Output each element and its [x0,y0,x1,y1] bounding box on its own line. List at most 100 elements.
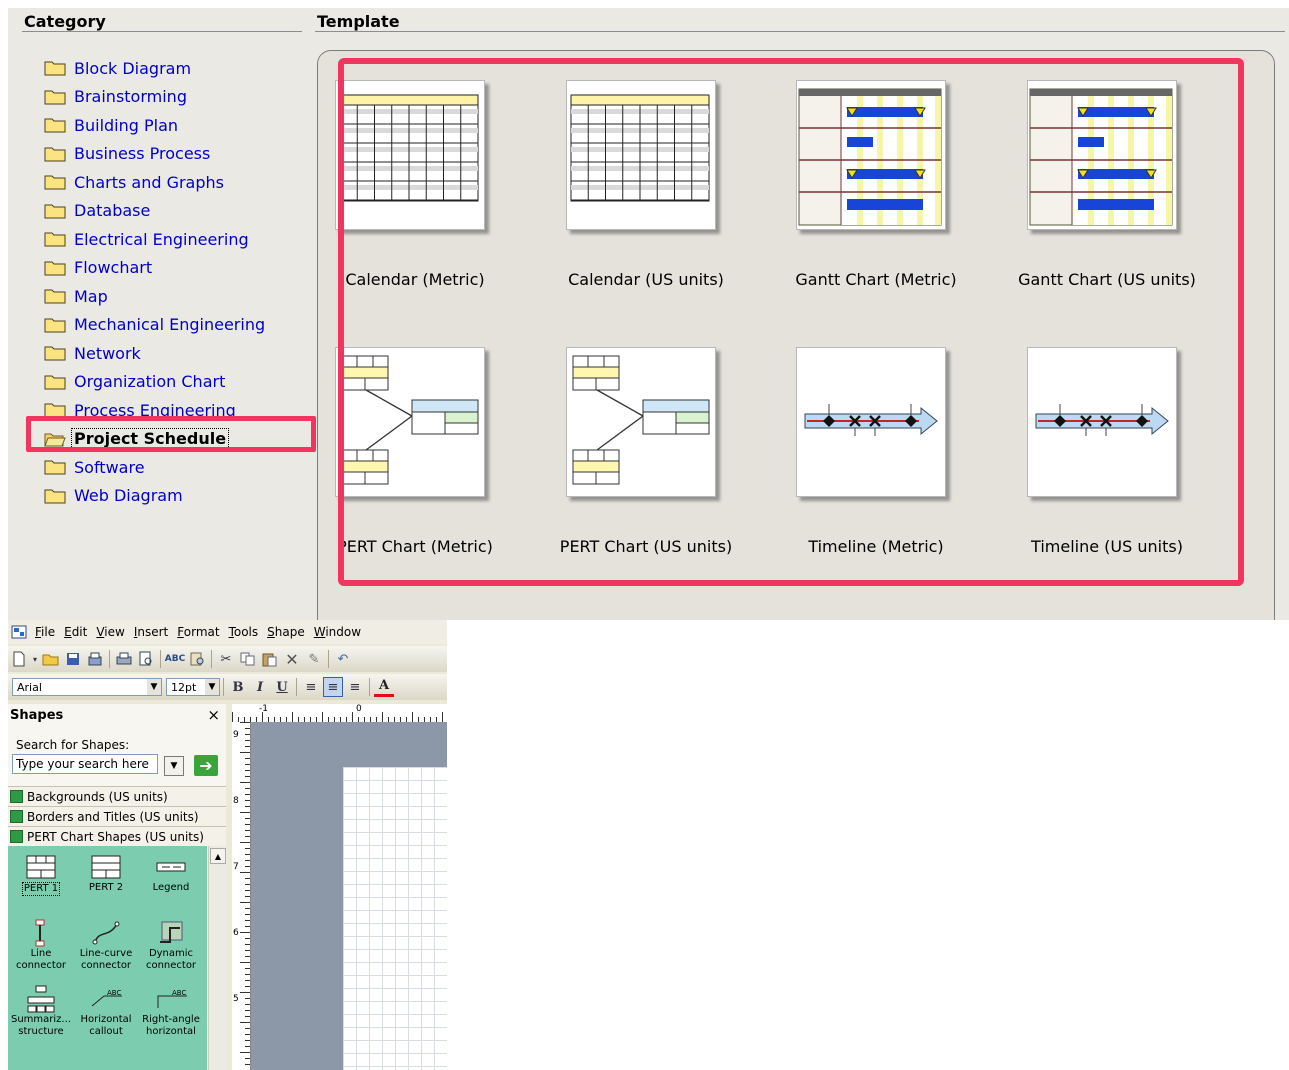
stencil-shape[interactable]: Line-curve connector [74,918,138,972]
toolbar-separator [223,678,224,696]
shapes-title: Shapes [10,707,64,723]
stencil-shape[interactable]: Dynamic connector [139,918,203,972]
font-size-select[interactable]: 12pt ▼ [166,678,220,696]
permission-icon[interactable] [85,649,105,669]
search-input[interactable]: Type your search here [12,754,158,774]
paste-icon[interactable] [260,649,280,669]
ruler-tick [245,1064,250,1065]
ruler-tick [245,800,250,801]
svg-text:ABC: ABC [172,989,186,997]
menu-tools[interactable]: Tools [229,625,268,639]
category-item[interactable]: Network [44,339,265,368]
stencil-shape[interactable]: PERT 1 [9,852,73,896]
category-item[interactable]: Brainstorming [44,83,265,112]
search-go-button[interactable]: ➔ [194,755,218,776]
visio-window: File Edit View Insert Format Tools Shape Window… [8,620,447,1070]
research-icon[interactable] [187,649,207,669]
menu-format[interactable]: Format [177,625,228,639]
category-item[interactable]: Charts and Graphs [44,168,265,197]
vertical-ruler: 9 8 7 6 5 [232,722,251,1070]
cut-icon[interactable]: ✂ [216,649,236,669]
stencil-shape[interactable]: Line connector [9,918,73,972]
chevron-down-icon[interactable]: ▼ [205,679,219,695]
font-color-icon[interactable]: A [374,678,394,697]
category-item[interactable]: Mechanical Engineering [44,311,265,340]
new-document-icon[interactable] [9,649,29,669]
category-label: Electrical Engineering [74,229,249,249]
scroll-up-icon[interactable]: ▲ [210,848,226,864]
underline-button[interactable]: U [272,677,292,697]
stencil-item[interactable]: PERT Chart Shapes (US units) [8,826,226,846]
chevron-down-icon[interactable]: ▼ [164,756,184,776]
category-item[interactable]: Block Diagram [44,54,265,83]
stencil-shape[interactable]: Legend [139,852,203,894]
stencil-shape[interactable]: ABC Horizontal callout [74,984,138,1038]
new-dropdown-icon[interactable]: ▾ [31,649,39,669]
stencil-scrollbar[interactable]: ▲ [208,846,227,1070]
category-item[interactable]: Software [44,453,265,482]
spelling-icon[interactable]: ABC [165,649,185,669]
category-item[interactable]: Web Diagram [44,482,265,511]
undo-icon[interactable]: ↶ [333,649,353,669]
ruler-tick [240,722,250,723]
menu-insert[interactable]: Insert [134,625,177,639]
ruler-tick [245,794,250,795]
menu-edit[interactable]: Edit [64,625,96,639]
menu-shape[interactable]: Shape [267,625,314,639]
open-folder-icon[interactable] [41,649,61,669]
ruler-tick [245,998,250,999]
category-item[interactable]: Electrical Engineering [44,225,265,254]
print-icon[interactable] [114,649,134,669]
category-item[interactable]: Building Plan [44,111,265,140]
category-label: Business Process [74,144,211,164]
drawing-page[interactable] [343,767,447,1070]
italic-button[interactable]: I [250,677,270,697]
ruler-tick [245,1016,250,1017]
align-right-icon[interactable]: ≡ [345,677,365,697]
menu-window[interactable]: Window [314,625,370,639]
ruler-tick [240,782,250,783]
template-divider [315,31,1285,32]
stencil-item[interactable]: Backgrounds (US units) [8,786,226,806]
close-icon[interactable]: × [207,706,220,724]
save-icon[interactable] [63,649,83,669]
print-preview-icon[interactable] [136,649,156,669]
ruler-tick [245,866,250,867]
align-center-icon[interactable]: ≡ [323,677,343,697]
toolbar-separator [369,678,370,696]
ruler-tick [245,818,250,819]
shape-label: Line-curve connector [79,948,133,971]
chevron-down-icon[interactable]: ▼ [147,679,161,695]
line-connector-icon [9,918,73,948]
category-item[interactable]: Map [44,282,265,311]
ruler-tick [245,878,250,879]
stencil-shape[interactable]: Summariz... structure [9,984,73,1038]
category-item[interactable]: Flowchart [44,254,265,283]
category-item[interactable]: Organization Chart [44,368,265,397]
drawing-canvas[interactable] [251,722,447,1070]
delete-icon[interactable]: ✕ [282,649,302,669]
right-angle-horizontal-icon: ABC [139,984,203,1014]
ruler-tick [240,932,250,933]
bold-button[interactable]: B [228,677,248,697]
copy-icon[interactable] [238,649,258,669]
ruler-tick [245,776,250,777]
ruler-tick [245,728,250,729]
menu-view[interactable]: View [96,625,133,639]
ruler-tick [245,974,250,975]
folder-icon [44,203,66,219]
ruler-tick [240,1052,250,1053]
format-painter-icon[interactable]: ✎ [304,649,324,669]
category-item[interactable]: Database [44,197,265,226]
ruler-number: 7 [233,862,239,872]
category-item[interactable]: Business Process [44,140,265,169]
stencil-shape[interactable]: PERT 2 [74,852,138,894]
stencil-item[interactable]: Borders and Titles (US units) [8,806,226,826]
menu-file[interactable]: File [35,625,64,639]
ruler-tick [245,734,250,735]
new-drawing-dialog: Category Template Block Diagram Brainstor… [8,8,1289,620]
align-left-icon[interactable]: ≡ [301,677,321,697]
stencil-shape[interactable]: ABC Right-angle horizontal [139,984,203,1038]
font-name-select[interactable]: Arial ▼ [12,678,162,696]
shape-label: PERT 1 [21,882,61,896]
